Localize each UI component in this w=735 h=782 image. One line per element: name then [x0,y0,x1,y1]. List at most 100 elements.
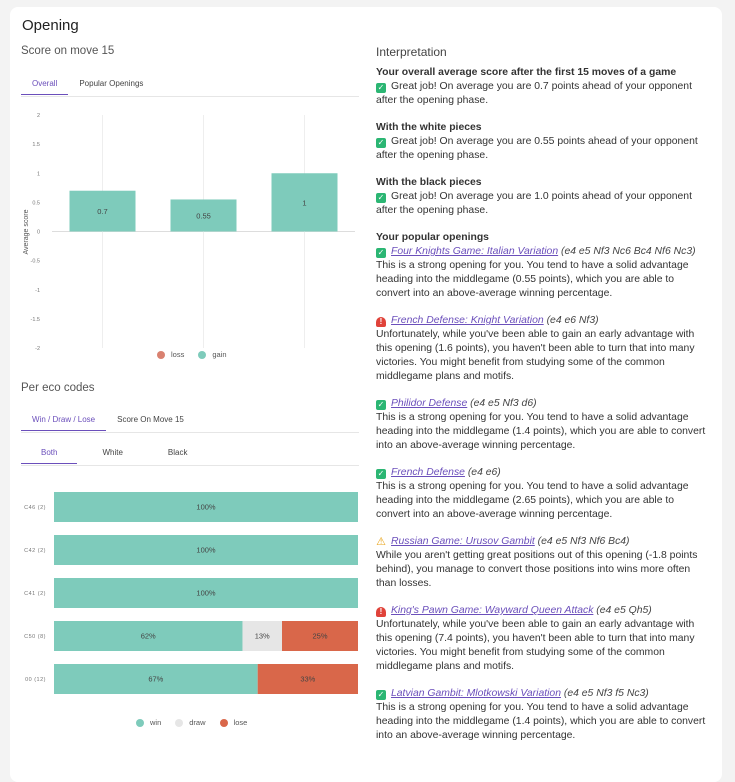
opening-description: This is a strong opening for you. You te… [376,702,706,741]
y-tick-label: 1.5 [32,142,40,148]
block-title: Your overall average score after the fir… [376,67,677,78]
subtab-white[interactable]: White [77,442,147,464]
opening-link[interactable]: Philidor Defense [391,398,467,409]
opening-moves: (e4 e5 Nf3 Nc6 Bc4 Nf6 Nc3) [558,246,696,257]
interpretation-panel: Interpretation Your overall average scor… [376,45,706,756]
opening-header: ! King's Pawn Game: Wayward Queen Attack … [376,604,706,618]
score-chart: 2 1.5 1 0.5 0 -0.5 -1 -1.5 -2 Average score 0.7 0.5… [10,102,360,352]
opening-moves: (e4 e5 Nf3 d6) [467,398,537,409]
tab-divider [21,432,359,433]
legend-gain-label: gain [212,350,227,359]
opening-moves: (e4 e6 Nf3) [543,315,599,326]
opening-link[interactable]: French Defense: Knight Variation [391,315,544,326]
opening-item: ! French Defense: Knight Variation (e4 e6… [376,314,706,384]
block-text: ✓ Great job! On average you are 0.7 point… [376,80,706,108]
block-text: ✓ Great job! On average you are 0.55 poin… [376,135,706,163]
opening-link[interactable]: Latvian Gambit: Mlotkowski Variation [391,688,561,699]
block-title: With the white pieces [376,122,482,133]
interpretation-blocks: Your overall average score after the fir… [376,66,706,218]
y-axis-label: Average score [23,209,30,254]
y-tick-label: 2 [37,113,40,119]
interpretation-block: Your overall average score after the fir… [376,66,706,108]
opening-description: While you aren't getting great positions… [376,550,698,589]
subtab-black[interactable]: Black [148,442,208,464]
subtab-both[interactable]: Both [21,442,78,464]
check-icon: ✓ [376,83,386,93]
eco-data-label: 25% [312,632,327,641]
eco-subtabs: Both White Black [21,442,207,464]
block-text: ✓ Great job! On average you are 1.0 point… [376,190,706,218]
opening-item: ! King's Pawn Game: Wayward Queen Attack … [376,604,706,674]
opening-item: ⚠ Russian Game: Urusov Gambit (e4 e5 Nf3 … [376,535,706,591]
tab-popular-openings[interactable]: Popular Openings [68,73,154,95]
eco-data-label: 100% [196,546,216,555]
check-icon: ✓ [376,138,386,148]
eco-chart-svg: C46 (2) 100% C42 (2) 100% C41 (2) 100% C50 (8)… [24,492,358,694]
loss-swatch [157,350,165,359]
interpretation-block: With the black pieces ✓ Great job! On aver… [376,176,706,218]
legend-gain: gain [198,350,227,359]
popular-openings-title: Your popular openings [376,232,489,243]
score-legend: loss gain [157,350,227,359]
draw-swatch [175,718,184,727]
interpretation-block: With the white pieces ✓ Great job! On aver… [376,121,706,163]
eco-data-label: 100% [196,503,216,512]
subtab-divider [21,465,359,466]
score-chart-svg: 2 1.5 1 0.5 0 -0.5 -1 -1.5 -2 Average score 0.7 0.5… [23,113,355,352]
eco-chart: C46 (2) 100% C42 (2) 100% C41 (2) 100% C50 (8)… [10,477,360,702]
eco-category-label: C50 (8) [24,634,46,640]
opening-link[interactable]: French Defense [391,467,465,478]
tab-score-on-move-15[interactable]: Score On Move 15 [106,409,195,431]
gain-swatch [198,350,207,359]
opening-item: ✓ Latvian Gambit: Mlotkowski Variation (e… [376,687,706,743]
opening-moves: (e4 e5 Nf3 f5 Nc3) [560,688,649,699]
eco-tabs: Win / Draw / Lose Score On Move 15 [21,409,195,431]
check-icon: ✓ [376,193,386,203]
eco-data-label: 13% [255,632,270,641]
y-tick-label: 0.5 [32,200,40,206]
check-icon: ✓ [376,248,386,258]
legend-draw: draw [175,718,206,727]
opening-header: ✓ French Defense (e4 e6) [376,466,706,480]
alarm-icon: ! [376,317,386,327]
opening-link[interactable]: Russian Game: Urusov Gambit [391,536,535,547]
eco-section-title: Per eco codes [21,382,95,394]
opening-link[interactable]: Four Knights Game: Italian Variation [391,246,558,257]
win-swatch [136,718,144,727]
legend-win-label: win [150,718,162,727]
legend-lose-label: lose [233,718,248,727]
legend-draw-label: draw [189,718,206,727]
opening-header: ✓ Philidor Defense (e4 e5 Nf3 d6) [376,397,706,411]
opening-header: ✓ Four Knights Game: Italian Variation (e… [376,245,706,259]
bar-data-label: 0.7 [97,207,107,216]
tab-win-draw-lose[interactable]: Win / Draw / Lose [21,409,107,431]
block-text-content: Great job! On average you are 0.55 point… [376,136,698,161]
eco-data-label: 100% [196,589,216,598]
check-icon: ✓ [376,469,386,479]
eco-category-label: C41 (2) [24,591,46,597]
opening-moves: (e4 e6) [464,467,501,478]
eco-category-label: C42 (2) [24,548,46,554]
warning-icon: ⚠ [376,536,386,548]
score-section-title: Score on move 15 [21,45,115,57]
eco-data-label: 33% [300,675,315,684]
y-tick-label: -1.5 [31,317,40,323]
card-title: Opening [22,17,79,34]
eco-data-label: 62% [141,632,156,641]
y-tick-label: 0 [37,230,40,236]
lose-swatch [219,718,228,727]
opening-header: ✓ Latvian Gambit: Mlotkowski Variation (e… [376,687,706,701]
tab-overall[interactable]: Overall [21,73,69,95]
bar-data-label: 1 [302,198,306,207]
opening-moves: (e4 e5 Qh5) [593,605,652,616]
legend-loss: loss [157,350,184,359]
alarm-icon: ! [376,607,386,617]
check-icon: ✓ [376,690,386,700]
legend-loss-label: loss [171,350,185,359]
opening-item: ✓ Philidor Defense (e4 e5 Nf3 d6) This is … [376,397,706,453]
opening-header: ! French Defense: Knight Variation (e4 e6… [376,314,706,328]
opening-link[interactable]: King's Pawn Game: Wayward Queen Attack [391,605,593,616]
y-tick-label: 1 [37,171,40,177]
eco-legend: win draw lose [136,718,247,727]
opening-card: Opening Score on move 15 Overall Popular… [10,7,722,782]
